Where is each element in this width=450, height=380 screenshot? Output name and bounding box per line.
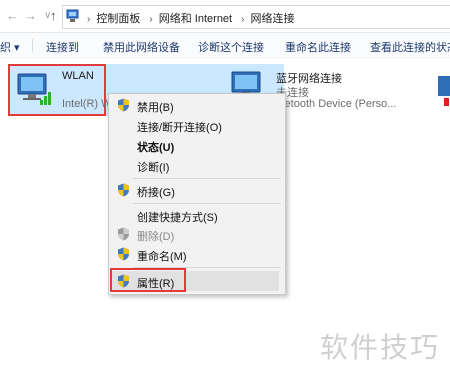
context-menu: 禁用(B) 连接/断开连接(O) 状态(U) 诊断(I) 桥接(G) 创建快捷方… [108,93,286,295]
diagnose-button[interactable]: 诊断这个连接 [198,39,264,55]
menu-item-delete: 删除(D) [137,231,175,243]
organize-button[interactable]: 织 ▾ [0,39,20,55]
uac-shield-icon [118,247,129,261]
toolbar-divider [32,39,33,52]
menu-item-diagnose[interactable]: 诊断(I) [137,159,169,175]
control-panel-icon [66,9,79,22]
breadcrumb-network-connections[interactable]: 网络连接 [251,13,295,25]
menu-item-bridge[interactable]: 桥接(G) [137,184,175,200]
crumb-separator-icon: › [241,14,245,25]
wlan-adapter-detail: Intel(R) W [62,98,112,110]
menu-item-rename[interactable]: 重命名(M) [137,248,187,264]
menu-item-connect-disconnect[interactable]: 连接/断开连接(O) [137,119,222,135]
up-icon[interactable]: ↑ [50,8,57,23]
menu-item-disable[interactable]: 禁用(B) [137,99,174,115]
back-icon[interactable]: ← [6,8,19,23]
properties-highlight-box [110,268,186,292]
crumb-separator-icon: › [87,14,91,25]
wlan-name: WLAN [62,70,94,82]
menu-item-status[interactable]: 状态(U) [137,139,174,155]
wlan-adapter-icon [17,73,51,105]
command-bar: 织 ▾ 连接到 禁用此网络设备 诊断这个连接 重命名此连接 查看此连接的状态 [0,33,450,58]
uac-shield-icon [118,183,129,197]
partial-item-icon [438,76,450,106]
menu-item-create-shortcut[interactable]: 创建快捷方式(S) [137,209,218,225]
bluetooth-detail: luetooth Device (Perso... [276,98,397,110]
disable-device-button[interactable]: 禁用此网络设备 [103,39,180,55]
address-box[interactable]: › 控制面板 › 网络和 Internet › 网络连接 [62,5,450,29]
forward-icon[interactable]: → [24,8,37,23]
connect-to-button[interactable]: 连接到 [46,39,79,55]
crumb-separator-icon: › [149,14,153,25]
address-bar: ← → ∨ ↑ › 控制面板 › 网络和 Internet › 网络连接 [0,0,450,33]
watermark: 软件技巧 [319,331,440,364]
view-status-button[interactable]: 查看此连接的状态 [370,39,450,55]
menu-separator [133,203,281,204]
menu-separator [133,178,281,179]
breadcrumb-control-panel[interactable]: 控制面板 [96,13,140,25]
breadcrumb-network-internet[interactable]: 网络和 Internet [159,13,232,25]
uac-shield-icon [118,98,129,112]
rename-button[interactable]: 重命名此连接 [285,39,351,55]
uac-shield-icon [118,227,129,241]
